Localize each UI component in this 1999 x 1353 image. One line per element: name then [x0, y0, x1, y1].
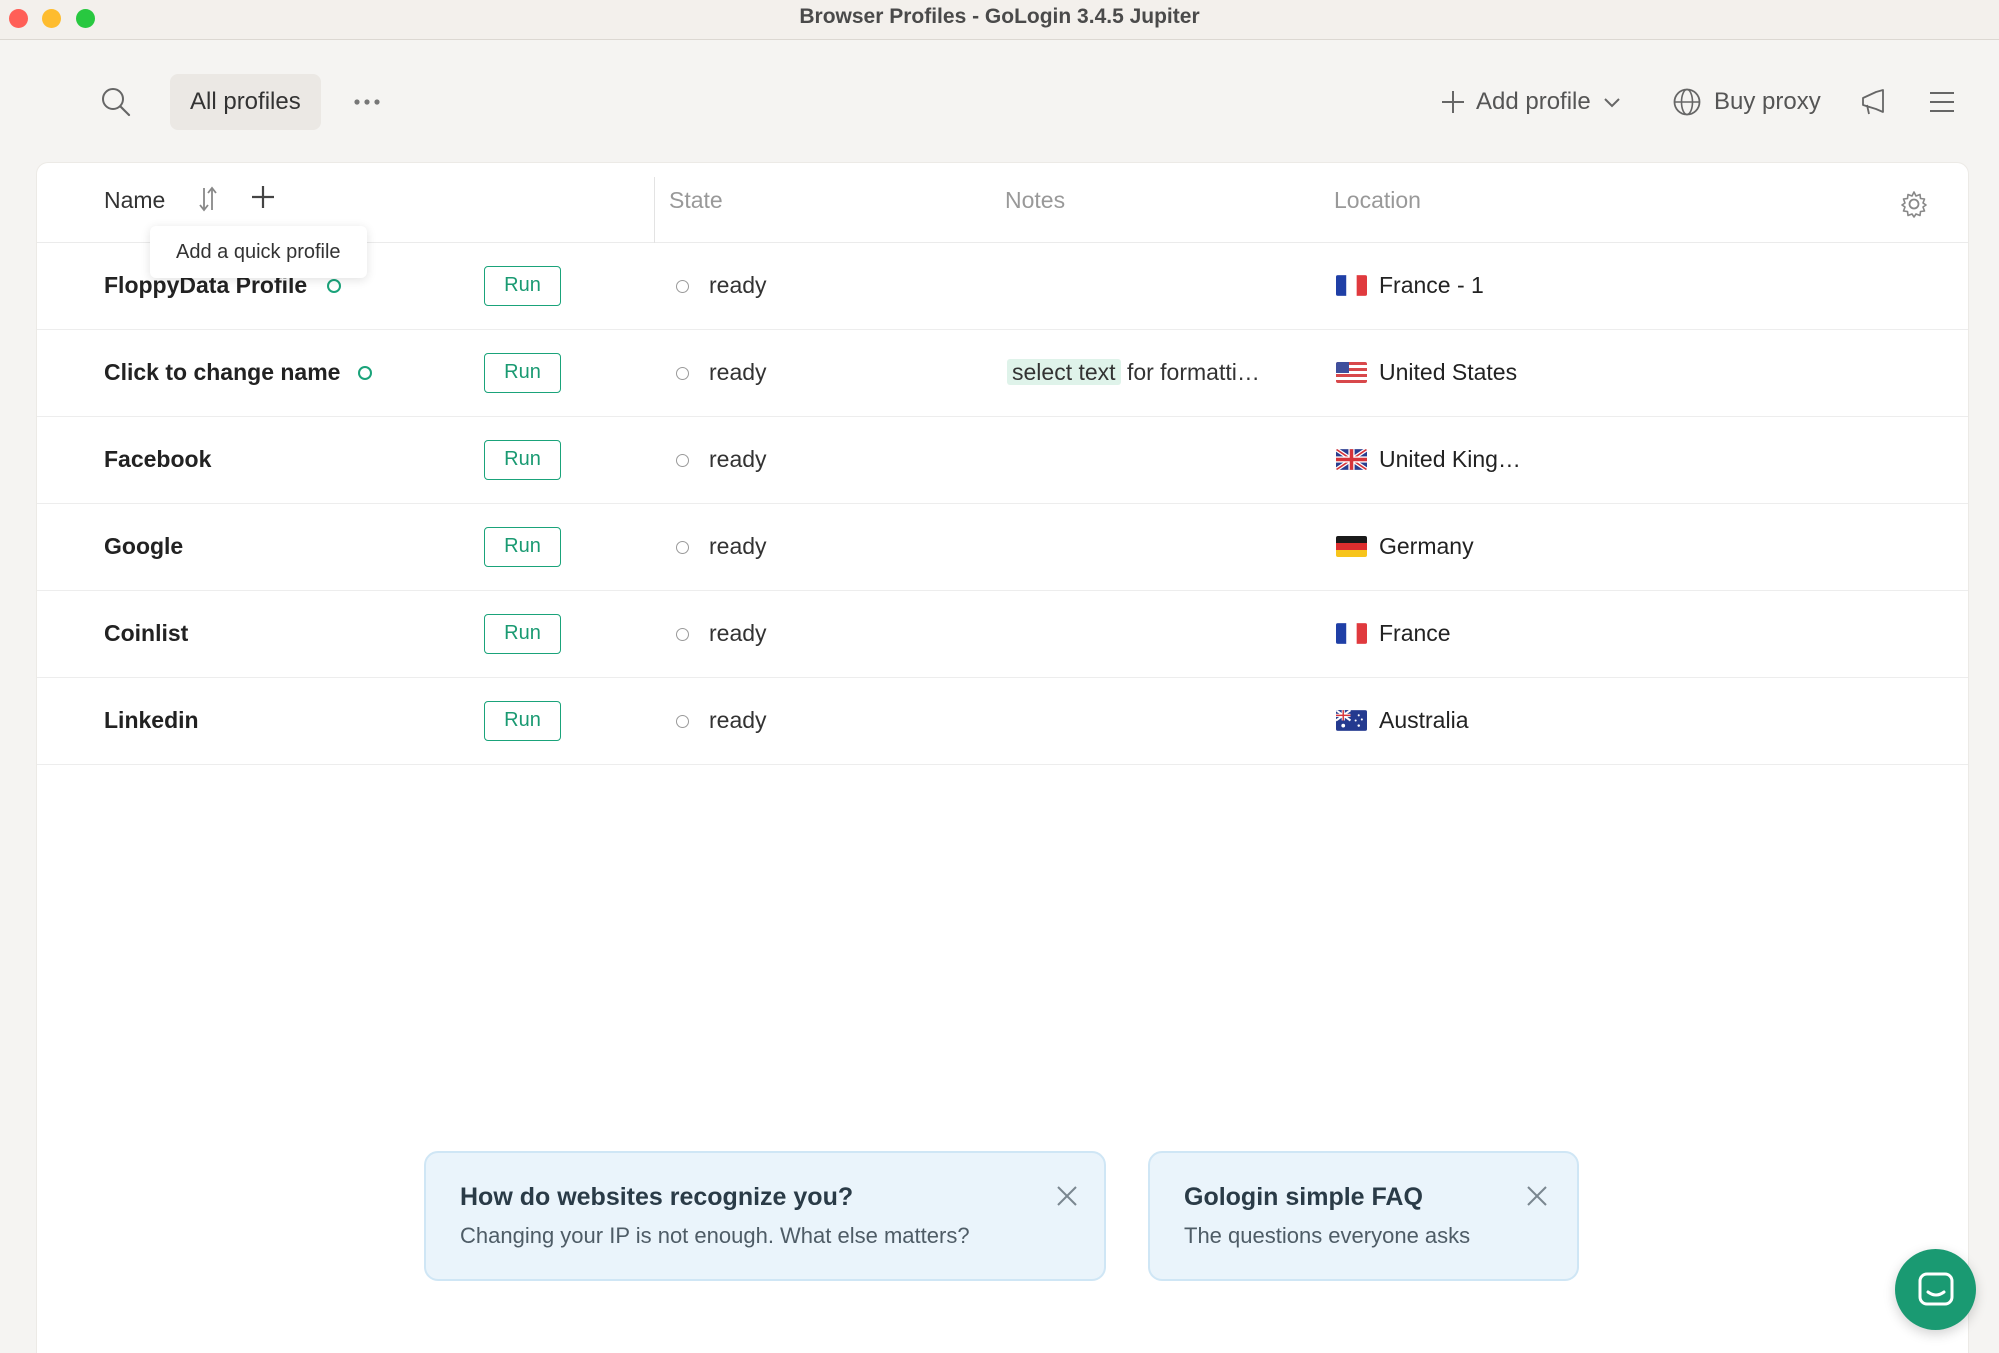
close-icon[interactable] [1524, 1183, 1550, 1209]
buy-proxy-label: Buy proxy [1714, 88, 1821, 115]
flag-united-states-icon [1336, 362, 1367, 383]
close-icon[interactable] [1054, 1183, 1080, 1209]
state-text: ready [709, 446, 767, 472]
sort-icon[interactable] [195, 185, 225, 215]
column-header-notes[interactable]: Notes [1005, 187, 1065, 214]
megaphone-icon[interactable] [1856, 84, 1892, 120]
state-text: ready [709, 359, 767, 385]
profile-name[interactable]: Coinlist [104, 620, 188, 647]
add-quick-profile-icon[interactable] [249, 183, 281, 215]
promo-card[interactable]: How do websites recognize you? Changing … [424, 1151, 1106, 1281]
title-bar: Browser Profiles - GoLogin 3.4.5 Jupiter [0, 0, 1999, 40]
state-dot-icon [676, 367, 689, 380]
flag-germany-icon [1336, 536, 1367, 557]
profile-name[interactable]: Linkedin [104, 707, 199, 734]
run-button[interactable]: Run [484, 353, 561, 393]
globe-icon [1673, 88, 1701, 116]
location-text[interactable]: France [1379, 620, 1451, 647]
hamburger-menu-icon[interactable] [1924, 84, 1960, 120]
add-profile-button[interactable]: Add profile [1440, 82, 1623, 122]
add-profile-label: Add profile [1476, 88, 1591, 115]
table-row[interactable]: Click to change name Run ready select te… [37, 330, 1968, 417]
flag-united-kingdom-icon [1336, 449, 1367, 470]
gear-icon[interactable] [1899, 189, 1929, 219]
buy-proxy-button[interactable]: Buy proxy [1672, 82, 1821, 122]
location-text[interactable]: United King… [1379, 446, 1521, 473]
promo-subtitle: Changing your IP is not enough. What els… [460, 1223, 970, 1248]
location-text[interactable]: France - 1 [1379, 272, 1484, 299]
chevron-down-icon[interactable] [1601, 91, 1623, 113]
state-dot-icon [676, 454, 689, 467]
run-button[interactable]: Run [484, 701, 561, 741]
flag-france-icon [1336, 275, 1367, 296]
state-text: ready [709, 272, 767, 298]
notes-text: for formatti… [1126, 359, 1260, 385]
promo-card[interactable]: Gologin simple FAQ The questions everyon… [1148, 1151, 1579, 1281]
chat-launcher-button[interactable] [1895, 1249, 1976, 1330]
notes-highlight: select text [1007, 359, 1121, 385]
toolbar: All profiles Add profile Buy proxy [0, 40, 1999, 160]
location-text[interactable]: Australia [1379, 707, 1468, 734]
online-status-icon [358, 366, 372, 380]
notes-cell[interactable]: select text for formatti… [1007, 355, 1260, 389]
flag-france-icon [1336, 623, 1367, 644]
profile-name[interactable]: Click to change name [104, 359, 340, 386]
run-button[interactable]: Run [484, 266, 561, 306]
profile-name[interactable]: Facebook [104, 446, 211, 473]
state-dot-icon [676, 280, 689, 293]
state-dot-icon [676, 715, 689, 728]
table-row[interactable]: Facebook Run ready United King… [37, 417, 1968, 504]
state-dot-icon [676, 628, 689, 641]
profile-name[interactable]: Google [104, 533, 183, 560]
state-text: ready [709, 533, 767, 559]
run-button[interactable]: Run [484, 440, 561, 480]
run-button[interactable]: Run [484, 527, 561, 567]
table-row[interactable]: Coinlist Run ready France [37, 591, 1968, 678]
table-row[interactable]: Linkedin Run ready Australia [37, 678, 1968, 765]
all-profiles-filter[interactable]: All profiles [170, 74, 321, 130]
location-text[interactable]: Germany [1379, 533, 1474, 560]
chat-icon [1918, 1272, 1953, 1305]
run-button[interactable]: Run [484, 614, 561, 654]
promo-title: Gologin simple FAQ [1184, 1183, 1423, 1211]
column-divider[interactable] [654, 177, 655, 243]
location-text[interactable]: United States [1379, 359, 1517, 386]
plus-icon [1442, 91, 1464, 113]
column-header-location[interactable]: Location [1334, 187, 1421, 214]
state-dot-icon [676, 541, 689, 554]
quick-profile-tooltip: Add a quick profile [150, 226, 367, 278]
promo-subtitle: The questions everyone asks [1184, 1223, 1471, 1248]
column-header-state[interactable]: State [669, 187, 723, 214]
flag-australia-icon [1336, 710, 1367, 731]
state-text: ready [709, 620, 767, 646]
search-icon[interactable] [98, 84, 134, 120]
online-status-icon [327, 279, 341, 293]
window-title: Browser Profiles - GoLogin 3.4.5 Jupiter [799, 5, 1200, 28]
column-header-name[interactable]: Name [104, 187, 165, 214]
promo-title: How do websites recognize you? [460, 1183, 854, 1211]
more-options-icon[interactable] [350, 85, 384, 119]
state-text: ready [709, 707, 767, 733]
table-row[interactable]: Google Run ready Germany [37, 504, 1968, 591]
